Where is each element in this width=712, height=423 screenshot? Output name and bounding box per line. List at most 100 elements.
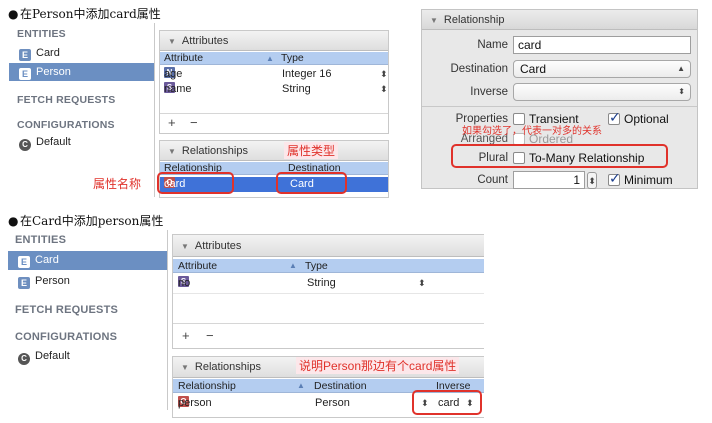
bottom-sidebar: ENTITIES E Card E Person FETCH REQUESTS CO…	[8, 230, 168, 410]
inverse-label: Inverse	[470, 86, 508, 98]
top-sidebar: ENTITIES E Card E Person FETCH REQUESTS CO…	[9, 23, 155, 197]
sidebar-entity-card[interactable]: E Card	[8, 251, 167, 270]
attr-type-note: 属性类型	[284, 142, 339, 159]
configuration-icon: C	[19, 139, 31, 151]
name-field[interactable]: card	[513, 36, 691, 54]
bullet-text: 在Person中添加card属性	[20, 7, 161, 21]
remove-attribute-button[interactable]: −	[206, 328, 214, 343]
optional-label: Optional	[624, 112, 669, 126]
relationships-section-header[interactable]: ▼ Relationships	[160, 141, 388, 161]
destination-select[interactable]: Card ▲	[513, 60, 691, 78]
disclosure-triangle-icon: ▼	[168, 147, 176, 156]
count-label: Count	[477, 174, 508, 186]
entity-icon: E	[18, 256, 30, 268]
bullet-card-person: ● 在Card中添加person属性	[8, 212, 163, 229]
relationship-destination[interactable]: Person	[315, 396, 350, 411]
attr-name-note: 属性名称	[93, 177, 142, 191]
to-many-note: 如果勾选了，代表一对多的关系	[462, 126, 602, 137]
disclosure-triangle-icon: ▼	[430, 16, 438, 25]
attribute-type[interactable]: String	[282, 82, 311, 97]
attribute-row[interactable]: Sno String ⬍	[173, 276, 484, 291]
section-title: Attributes	[194, 240, 242, 252]
relationship-name[interactable]: person	[178, 396, 212, 411]
column-relationship[interactable]: Relationship	[178, 379, 236, 393]
attribute-type[interactable]: Integer 16	[282, 67, 332, 82]
column-type[interactable]: Type	[305, 259, 328, 273]
fetch-requests-header: FETCH REQUESTS	[17, 94, 116, 106]
sidebar-config-default[interactable]: C Default	[8, 347, 167, 365]
disclosure-triangle-icon: ▼	[168, 37, 176, 46]
inspector-title: Relationship	[443, 14, 505, 26]
destination-label: Destination	[450, 63, 508, 75]
attributes-table-header: Attribute ▲ Type	[173, 259, 484, 273]
attribute-name[interactable]: no	[178, 276, 190, 291]
sidebar-entity-card[interactable]: E Card	[9, 44, 154, 62]
sidebar-entity-person[interactable]: E Person	[8, 272, 167, 291]
type-popup-arrows-icon[interactable]: ⬍	[380, 67, 388, 82]
bullet-dot: ●	[8, 214, 19, 228]
column-type[interactable]: Type	[281, 52, 304, 65]
optional-checkbox[interactable]: Optional	[608, 109, 669, 126]
fetch-requests-header: FETCH REQUESTS	[15, 304, 119, 316]
popup-arrows-icon: ⬍	[678, 87, 685, 96]
highlight-inverse	[412, 390, 482, 415]
checkbox-checked[interactable]	[608, 109, 621, 126]
attributes-table-header: Attribute ▲ Type	[160, 52, 388, 65]
entity-icon: E	[18, 277, 30, 289]
entity-label: Person	[36, 66, 71, 78]
attributes-section-header[interactable]: ▼ Attributes	[173, 235, 484, 257]
inverse-select[interactable]: ⬍	[513, 83, 691, 101]
highlight-destination	[276, 172, 347, 194]
add-attribute-button[interactable]: +	[182, 328, 190, 343]
config-label: Default	[35, 350, 70, 362]
entity-label: Card	[35, 254, 59, 266]
bullet-text: 在Card中添加person属性	[20, 214, 164, 228]
minimum-label: Minimum	[624, 173, 673, 187]
sort-ascending-icon: ▲	[297, 381, 305, 390]
bullet-dot: ●	[8, 7, 19, 21]
configurations-header: CONFIGURATIONS	[17, 119, 115, 131]
attribute-row[interactable]: Sname String ⬍	[160, 82, 388, 97]
bullet-person-card: ● 在Person中添加card属性	[8, 5, 161, 22]
entities-header: ENTITIES	[17, 28, 66, 40]
inspector-header[interactable]: ▼ Relationship	[422, 10, 697, 30]
type-popup-arrows-icon[interactable]: ⬍	[418, 276, 426, 291]
section-title: Relationships	[181, 145, 248, 157]
section-title: Relationships	[194, 361, 261, 373]
entity-icon: E	[19, 49, 31, 61]
top-attributes-panel: ▼ Attributes Attribute ▲ Type Nage Intege…	[159, 30, 389, 134]
sidebar-entity-person[interactable]: E Person	[9, 63, 154, 81]
attributes-section-header[interactable]: ▼ Attributes	[160, 31, 388, 51]
configuration-icon: C	[18, 353, 30, 365]
popup-arrows-icon: ▲	[677, 64, 685, 73]
highlight-relationship-name	[157, 172, 234, 194]
checkbox-checked[interactable]	[608, 170, 621, 187]
type-popup-arrows-icon[interactable]: ⬍	[380, 82, 388, 97]
sort-ascending-icon: ▲	[266, 54, 274, 63]
attribute-type[interactable]: String	[307, 276, 336, 291]
entity-label: Card	[36, 47, 60, 59]
highlight-plural	[451, 144, 668, 168]
name-label: Name	[477, 39, 508, 51]
section-title: Attributes	[181, 35, 229, 47]
attribute-name[interactable]: name	[164, 82, 192, 97]
add-attribute-button[interactable]: +	[168, 115, 176, 130]
column-attribute[interactable]: Attribute	[164, 52, 203, 65]
entities-header: ENTITIES	[15, 234, 67, 246]
entity-label: Person	[35, 275, 70, 287]
bottom-attributes-panel: ▼ Attributes Attribute ▲ Type Sno String …	[172, 234, 484, 349]
inverse-note: 说明Person那边有个card属性	[296, 357, 460, 374]
sidebar-config-default[interactable]: C Default	[9, 133, 154, 151]
count-stepper-icon[interactable]: ⬍	[587, 172, 597, 189]
minimum-checkbox[interactable]: Minimum	[608, 170, 673, 187]
attribute-row[interactable]: Nage Integer 16 ⬍	[160, 67, 388, 82]
count-field[interactable]: 1	[513, 171, 585, 189]
config-label: Default	[36, 136, 71, 148]
remove-attribute-button[interactable]: −	[190, 115, 198, 130]
column-attribute[interactable]: Attribute	[178, 259, 217, 273]
column-destination[interactable]: Destination	[314, 379, 367, 393]
disclosure-triangle-icon: ▼	[181, 363, 189, 372]
disclosure-triangle-icon: ▼	[181, 242, 189, 251]
attribute-name[interactable]: age	[164, 67, 182, 82]
entity-icon: E	[19, 68, 31, 80]
